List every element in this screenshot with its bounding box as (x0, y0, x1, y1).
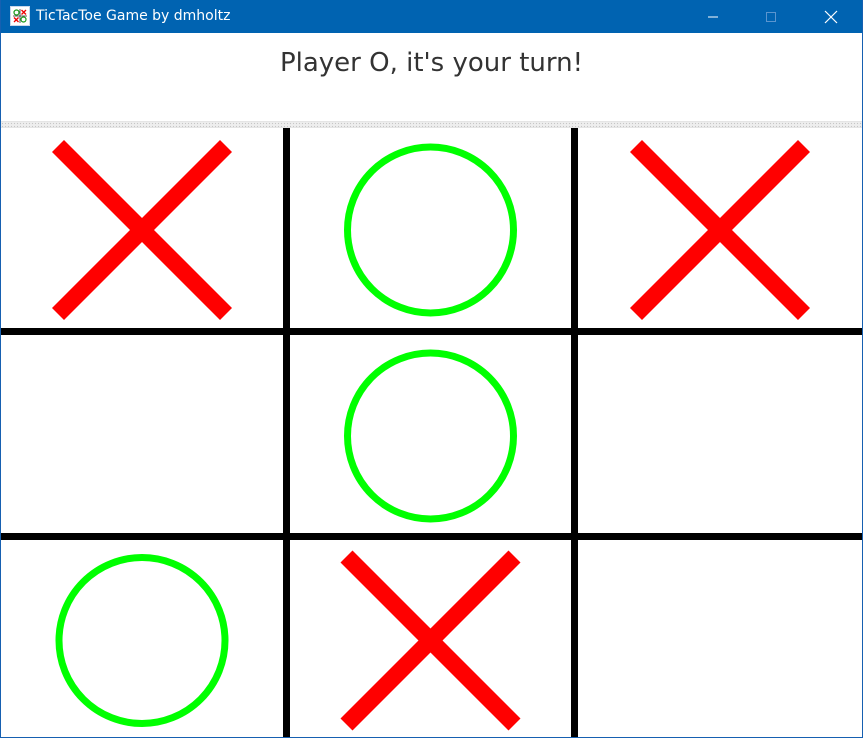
window-title: TicTacToe Game by dmholtz (36, 8, 231, 24)
board-cell-r3-c3[interactable] (578, 540, 862, 737)
game-window: TicTacToe Game by dmholtz Player O, it's… (0, 0, 863, 738)
close-button[interactable] (801, 0, 861, 33)
board-cell-r2-c2[interactable] (289, 335, 572, 533)
grid-line-horizontal-1 (1, 328, 862, 335)
splitter-bar[interactable] (1, 121, 862, 128)
x-mark (51, 139, 233, 321)
tictactoe-app-icon (10, 6, 30, 26)
board-cell-r1-c3[interactable] (578, 128, 862, 328)
game-board (1, 128, 862, 737)
maximize-icon (766, 11, 776, 22)
title-bar[interactable]: TicTacToe Game by dmholtz (1, 0, 862, 33)
o-mark (55, 554, 229, 727)
board-cell-r3-c1[interactable] (1, 540, 283, 737)
x-mark (629, 139, 811, 321)
minimize-icon (708, 16, 718, 17)
turn-status-text: Player O, it's your turn! (279, 48, 584, 78)
board-cell-r2-c3[interactable] (578, 335, 862, 533)
board-cell-r3-c2[interactable] (289, 540, 572, 737)
o-mark (344, 349, 517, 523)
minimize-button[interactable] (684, 0, 742, 33)
grid-line-vertical-2 (571, 128, 578, 737)
board-cell-r1-c1[interactable] (1, 128, 283, 328)
grid-line-horizontal-2 (1, 533, 862, 540)
board-cell-r1-c2[interactable] (289, 128, 572, 328)
x-mark (340, 550, 521, 731)
board-cell-r2-c1[interactable] (1, 335, 283, 533)
grid-line-vertical-1 (283, 128, 290, 737)
maximize-button[interactable] (742, 0, 800, 33)
close-icon (824, 10, 838, 23)
o-mark (344, 143, 517, 317)
status-panel: Player O, it's your turn! (1, 33, 862, 121)
